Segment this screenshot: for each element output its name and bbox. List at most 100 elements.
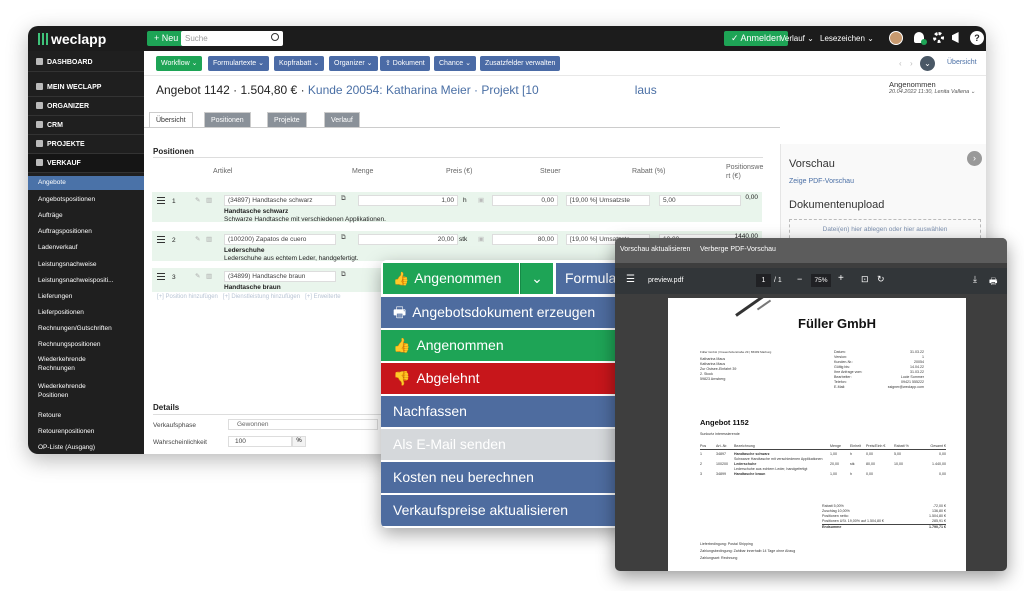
customer-link-tail[interactable]: laus [635,83,657,97]
search-input[interactable]: Suche [181,31,283,46]
hide-preview-link[interactable]: Verberge PDF-Vorschau [700,246,776,253]
open-link-icon[interactable]: ⧉ [341,271,346,279]
sidebar-item-ladenverkauf[interactable]: Ladenverkauf [28,243,144,252]
tab-verlauf[interactable]: Verlauf [324,112,360,127]
trash-icon[interactable]: ▥ [206,196,212,204]
download-icon[interactable]: ⤓ [973,274,977,285]
menu-item-accepted[interactable]: 👍 Angenommen [381,330,629,361]
menu-item-rejected[interactable]: 👎 Abgelehnt [381,363,629,394]
chance-button[interactable]: Chance ⌄ [434,56,476,71]
sidebar-item-retoure[interactable]: Retoure [28,411,144,420]
qty-input[interactable]: 20,00 [358,234,458,245]
search-icon[interactable] [271,33,279,41]
tab-positionen[interactable]: Positionen (3) [204,112,251,139]
open-link-icon[interactable]: ⧉ [341,234,346,242]
sidebar-item-op-liste[interactable]: OP-Liste (Ausgang) [28,443,144,452]
next-record-icon[interactable]: › [910,59,913,68]
sidebar-section-mein-weclapp[interactable]: MEIN WECLAPP [28,78,144,97]
sidebar-item-wiederkehrende-rechnungen[interactable]: Wiederkehrende Rechnungen [28,355,144,373]
zoom-in-icon[interactable]: + [838,273,844,284]
sidebar-item-rechnungen-gutschriften[interactable]: Rechnungen/Gutschriften [28,324,144,333]
open-link-icon[interactable]: ⧉ [341,195,346,203]
show-pdf-link[interactable]: Zeige PDF-Vorschau [789,178,854,185]
sidebar-item-lieferungen[interactable]: Lieferungen [28,292,144,301]
article-input[interactable]: (100200) Zapatos de cuero [224,234,336,245]
sidebar-section-dashboard[interactable]: DASHBOARD [28,53,144,72]
price-input[interactable]: 80,00 [492,234,558,245]
menu-item-follow-up[interactable]: Nachfassen [381,396,629,427]
help-icon[interactable]: ? [970,31,984,45]
avatar[interactable] [889,31,903,45]
sidebar-item-leistungsnachweispositionen[interactable]: Leistungsnachweispositi... [28,276,144,285]
accepted-status-button[interactable]: 👍 Angenommen [383,263,519,294]
drag-handle-icon[interactable] [157,236,165,243]
organizer-button[interactable]: Organizer ⌄ [329,56,378,71]
article-input[interactable]: (34899) Handtasche braun [224,271,336,282]
edit-icon[interactable]: ✎ [195,272,200,280]
brand-logo[interactable]: weclapp [38,31,106,47]
print-icon[interactable]: 🖶 [989,274,998,290]
probability-input[interactable]: 100 [228,436,292,447]
menu-icon[interactable]: ☰ [626,274,635,285]
bookmarks-menu[interactable]: Lesezeichen ⌄ [820,34,874,43]
sidebar-item-wiederkehrende-positionen[interactable]: Wiederkehrende Positionen [28,382,144,400]
sidebar-item-leistungsnachweise[interactable]: Leistungsnachweise [28,260,144,269]
tab-uebersicht[interactable]: Übersicht [149,112,193,127]
sidebar-section-projekte[interactable]: PROJEKTE [28,135,144,154]
tab-projekte[interactable]: Projekte (1) [267,112,307,139]
trash-icon[interactable]: ▥ [206,235,212,243]
zusatzfelder-button[interactable]: Zusatzfelder verwalten [480,56,561,71]
preview-heading: Vorschau [789,158,835,170]
fit-page-icon[interactable]: ⊡ [861,274,869,285]
col-qty: Menge [352,168,374,175]
new-button[interactable]: + Neu [147,31,186,46]
chevron-right-icon[interactable]: › [967,151,982,166]
qty-input[interactable]: 1,00 [358,195,458,206]
menu-item-create-document[interactable]: 🖶 Angebotsdokument erzeugen [381,297,629,328]
add-position-links[interactable]: [+] Position hinzufügen [+] Dienstleistu… [157,294,341,300]
sidebar-section-crm[interactable]: CRM [28,116,144,135]
update-preview-link[interactable]: Vorschau aktualisieren [620,246,690,253]
formulartexte-button[interactable]: Formulartexte ⌄ [208,56,269,71]
login-button[interactable]: ✓ Anmelden [724,31,789,46]
discount-input[interactable]: 5,00 [659,195,741,206]
dokument-button[interactable]: ⇪ Dokument [380,56,430,71]
edit-icon[interactable]: ✎ [195,235,200,243]
rotate-icon[interactable]: ↻ [877,274,885,285]
menu-item-update-sales-prices[interactable]: Verkaufspreise aktualisieren [381,495,629,526]
sidebar-item-rechnungspositionen[interactable]: Rechnungspositionen [28,340,144,349]
sidebar-item-auftragspositionen[interactable]: Auftragspositionen [28,227,144,236]
sidebar-item-lieferpositionen[interactable]: Lieferpositionen [28,308,144,317]
prev-record-icon[interactable]: ‹ [899,59,902,68]
drag-handle-icon[interactable] [157,197,165,204]
article-input[interactable]: (34897) Handtasche schwarz [224,195,336,206]
edit-icon[interactable]: ✎ [195,196,200,204]
gear-icon[interactable] [933,32,944,43]
price-input[interactable]: 0,00 [492,195,558,206]
trash-icon[interactable]: ▥ [206,272,212,280]
history-menu[interactable]: Verlauf ⌄ [780,34,814,43]
sidebar-item-angebotspositionen[interactable]: Angebotspositionen [28,195,144,204]
sidebar-section-organizer[interactable]: ORGANIZER [28,97,144,116]
chevron-down-icon[interactable]: ⌄ [520,263,553,294]
workflow-button[interactable]: Workflow ⌄ [156,56,203,71]
status-meta[interactable]: 20.04.2022 11:30, Lenita Vallena ⌄ [889,89,975,95]
menu-item-recalculate-costs[interactable]: Kosten neu berechnen [381,462,629,493]
kopfrabatt-button[interactable]: Kopfrabatt ⌄ [274,56,325,71]
tax-select[interactable]: [19,00 %] Umsatzste [566,195,650,206]
phase-select[interactable]: Gewonnen [228,419,378,430]
col-discount: Rabatt (%) [632,168,666,175]
sidebar-item-retourenpositionen[interactable]: Retourenpositionen [28,427,144,436]
chevron-down-icon[interactable]: ⌄ [920,56,935,71]
zoom-input[interactable]: 75% [811,274,831,287]
overview-link[interactable]: Übersicht [947,59,977,66]
sidebar-item-angebote[interactable]: Angebote [28,176,144,190]
sidebar-item-auftraege[interactable]: Aufträge [28,211,144,220]
zoom-out-icon[interactable]: − [797,274,802,284]
page-input[interactable]: 1 [756,274,771,287]
sidebar-section-verkauf[interactable]: VERKAUF [28,154,144,173]
menu-item-send-email[interactable]: Als E-Mail senden [381,429,629,460]
customer-link[interactable]: Kunde 20054: Katharina Meier · Projekt [… [308,83,539,97]
megaphone-icon[interactable] [952,32,959,43]
drag-handle-icon[interactable] [157,273,165,280]
